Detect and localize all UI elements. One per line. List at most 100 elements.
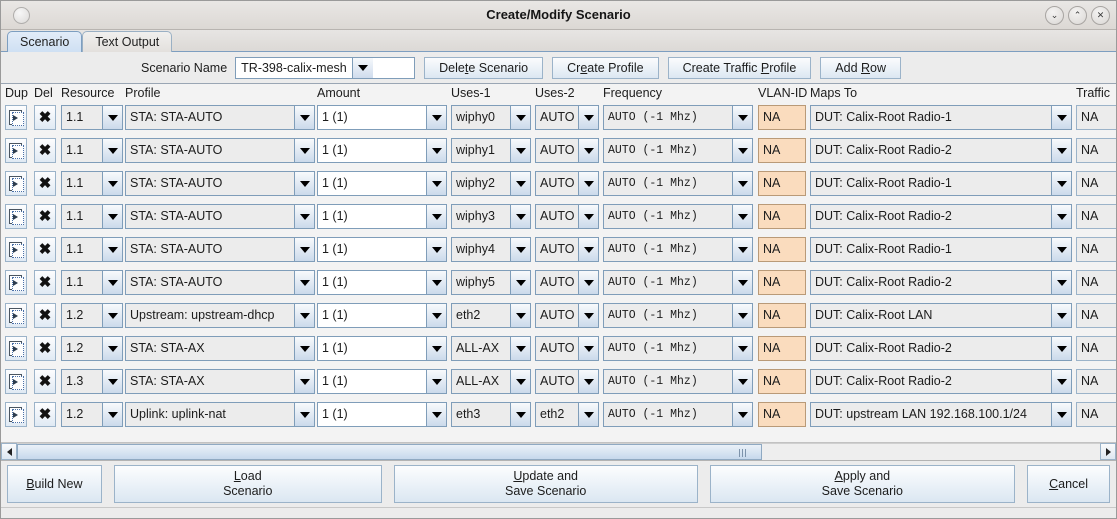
- chevron-down-icon[interactable]: [578, 238, 598, 261]
- duplicate-icon[interactable]: [5, 171, 27, 196]
- frequency-combo-value[interactable]: AUTO (-1 Mhz): [604, 238, 732, 261]
- maps-to-combo-value[interactable]: DUT: Calix-Root Radio-2: [811, 271, 1051, 294]
- uses1-combo[interactable]: wiphy4: [451, 237, 531, 262]
- amount-combo-value[interactable]: 1 (1): [318, 139, 426, 162]
- maps-to-combo[interactable]: DUT: Calix-Root Radio-2: [810, 270, 1072, 295]
- uses2-combo-value[interactable]: AUTO: [536, 205, 578, 228]
- chevron-down-icon[interactable]: [732, 205, 752, 228]
- resource-combo[interactable]: 1.1: [61, 237, 123, 262]
- uses2-combo[interactable]: AUTO: [535, 303, 599, 328]
- profile-combo-value[interactable]: STA: STA-AUTO: [126, 271, 294, 294]
- profile-combo-value[interactable]: STA: STA-AUTO: [126, 172, 294, 195]
- profile-combo[interactable]: STA: STA-AX: [125, 336, 315, 361]
- create-traffic-profile-button[interactable]: Create Traffic Profile: [667, 56, 812, 79]
- apply-and-save-scenario-button[interactable]: Apply and Save Scenario: [709, 465, 1016, 503]
- chevron-down-icon[interactable]: [294, 370, 314, 393]
- create-profile-button[interactable]: Create Profile: [552, 56, 659, 79]
- resource-combo[interactable]: 1.2: [61, 303, 123, 328]
- tab-text-output[interactable]: Text Output: [82, 31, 173, 52]
- maps-to-combo[interactable]: DUT: upstream LAN 192.168.100.1/24: [810, 402, 1072, 427]
- uses1-combo[interactable]: wiphy2: [451, 171, 531, 196]
- chevron-down-icon[interactable]: [426, 271, 446, 294]
- maps-to-combo-value[interactable]: DUT: Calix-Root LAN: [811, 304, 1051, 327]
- profile-combo[interactable]: STA: STA-AUTO: [125, 105, 315, 130]
- chevron-down-icon[interactable]: [102, 337, 122, 360]
- chevron-down-icon[interactable]: [510, 271, 530, 294]
- traffic-field-value[interactable]: NA: [1076, 303, 1116, 328]
- amount-combo[interactable]: 1 (1): [317, 105, 447, 130]
- chevron-down-icon[interactable]: [578, 205, 598, 228]
- vlan-id-field-value[interactable]: NA: [758, 138, 806, 163]
- chevron-down-icon[interactable]: [510, 205, 530, 228]
- uses2-combo[interactable]: AUTO: [535, 270, 599, 295]
- delete-row-button[interactable]: ✖: [34, 270, 56, 295]
- vlan-id-field[interactable]: NA: [758, 336, 806, 361]
- chevron-down-icon[interactable]: [426, 205, 446, 228]
- uses2-combo[interactable]: AUTO: [535, 336, 599, 361]
- profile-combo[interactable]: STA: STA-AX: [125, 369, 315, 394]
- duplicate-row-button[interactable]: [5, 402, 27, 427]
- maps-to-combo-value[interactable]: DUT: Calix-Root Radio-1: [811, 238, 1051, 261]
- uses1-combo-value[interactable]: wiphy4: [452, 238, 510, 261]
- chevron-down-icon[interactable]: [426, 238, 446, 261]
- profile-combo-value[interactable]: STA: STA-AX: [126, 370, 294, 393]
- chevron-down-icon[interactable]: [426, 370, 446, 393]
- uses2-combo-value[interactable]: AUTO: [536, 238, 578, 261]
- traffic-field[interactable]: NA: [1076, 336, 1116, 361]
- amount-combo-value[interactable]: 1 (1): [318, 205, 426, 228]
- chevron-down-icon[interactable]: [578, 139, 598, 162]
- chevron-down-icon[interactable]: [1051, 238, 1071, 261]
- uses1-combo[interactable]: eth3: [451, 402, 531, 427]
- delete-row-button[interactable]: ✖: [34, 105, 56, 130]
- chevron-down-icon[interactable]: [1051, 403, 1071, 426]
- uses1-combo[interactable]: ALL-AX: [451, 369, 531, 394]
- delete-row-button[interactable]: ✖: [34, 204, 56, 229]
- chevron-down-icon[interactable]: [102, 106, 122, 129]
- close-x-icon[interactable]: ✖: [34, 171, 56, 196]
- resource-combo-value[interactable]: 1.1: [62, 139, 102, 162]
- chevron-down-icon[interactable]: [578, 172, 598, 195]
- uses1-combo-value[interactable]: eth2: [452, 304, 510, 327]
- frequency-combo-value[interactable]: AUTO (-1 Mhz): [604, 370, 732, 393]
- delete-row-button[interactable]: ✖: [34, 369, 56, 394]
- duplicate-icon[interactable]: [5, 369, 27, 394]
- uses2-combo-value[interactable]: AUTO: [536, 304, 578, 327]
- duplicate-icon[interactable]: [5, 237, 27, 262]
- traffic-field-value[interactable]: NA: [1076, 270, 1116, 295]
- uses2-combo[interactable]: AUTO: [535, 237, 599, 262]
- chevron-down-icon[interactable]: [426, 172, 446, 195]
- amount-combo-value[interactable]: 1 (1): [318, 106, 426, 129]
- chevron-down-icon[interactable]: [1051, 172, 1071, 195]
- profile-combo[interactable]: STA: STA-AUTO: [125, 237, 315, 262]
- duplicate-row-button[interactable]: [5, 171, 27, 196]
- frequency-combo[interactable]: AUTO (-1 Mhz): [603, 138, 753, 163]
- resource-combo[interactable]: 1.2: [61, 402, 123, 427]
- vlan-id-field[interactable]: NA: [758, 237, 806, 262]
- traffic-field-value[interactable]: NA: [1076, 402, 1116, 427]
- uses2-combo-value[interactable]: AUTO: [536, 370, 578, 393]
- chevron-down-icon[interactable]: [102, 172, 122, 195]
- amount-combo-value[interactable]: 1 (1): [318, 403, 426, 426]
- close-x-icon[interactable]: ✖: [34, 369, 56, 394]
- profile-combo[interactable]: Upstream: upstream-dhcp: [125, 303, 315, 328]
- chevron-down-icon[interactable]: [510, 370, 530, 393]
- resource-combo[interactable]: 1.2: [61, 336, 123, 361]
- profile-combo[interactable]: STA: STA-AUTO: [125, 171, 315, 196]
- chevron-down-icon[interactable]: [294, 337, 314, 360]
- minimize-button[interactable]: ⌄: [1045, 6, 1064, 25]
- frequency-combo-value[interactable]: AUTO (-1 Mhz): [604, 172, 732, 195]
- amount-combo-value[interactable]: 1 (1): [318, 238, 426, 261]
- uses2-combo[interactable]: eth2: [535, 402, 599, 427]
- chevron-down-icon[interactable]: [102, 238, 122, 261]
- uses1-combo-value[interactable]: wiphy2: [452, 172, 510, 195]
- chevron-down-icon[interactable]: [426, 304, 446, 327]
- delete-row-button[interactable]: ✖: [34, 303, 56, 328]
- uses2-combo-value[interactable]: AUTO: [536, 271, 578, 294]
- amount-combo[interactable]: 1 (1): [317, 402, 447, 427]
- uses1-combo[interactable]: wiphy0: [451, 105, 531, 130]
- delete-row-button[interactable]: ✖: [34, 171, 56, 196]
- maps-to-combo[interactable]: DUT: Calix-Root Radio-2: [810, 204, 1072, 229]
- profile-combo-value[interactable]: STA: STA-AX: [126, 337, 294, 360]
- resource-combo-value[interactable]: 1.3: [62, 370, 102, 393]
- resource-combo-value[interactable]: 1.1: [62, 205, 102, 228]
